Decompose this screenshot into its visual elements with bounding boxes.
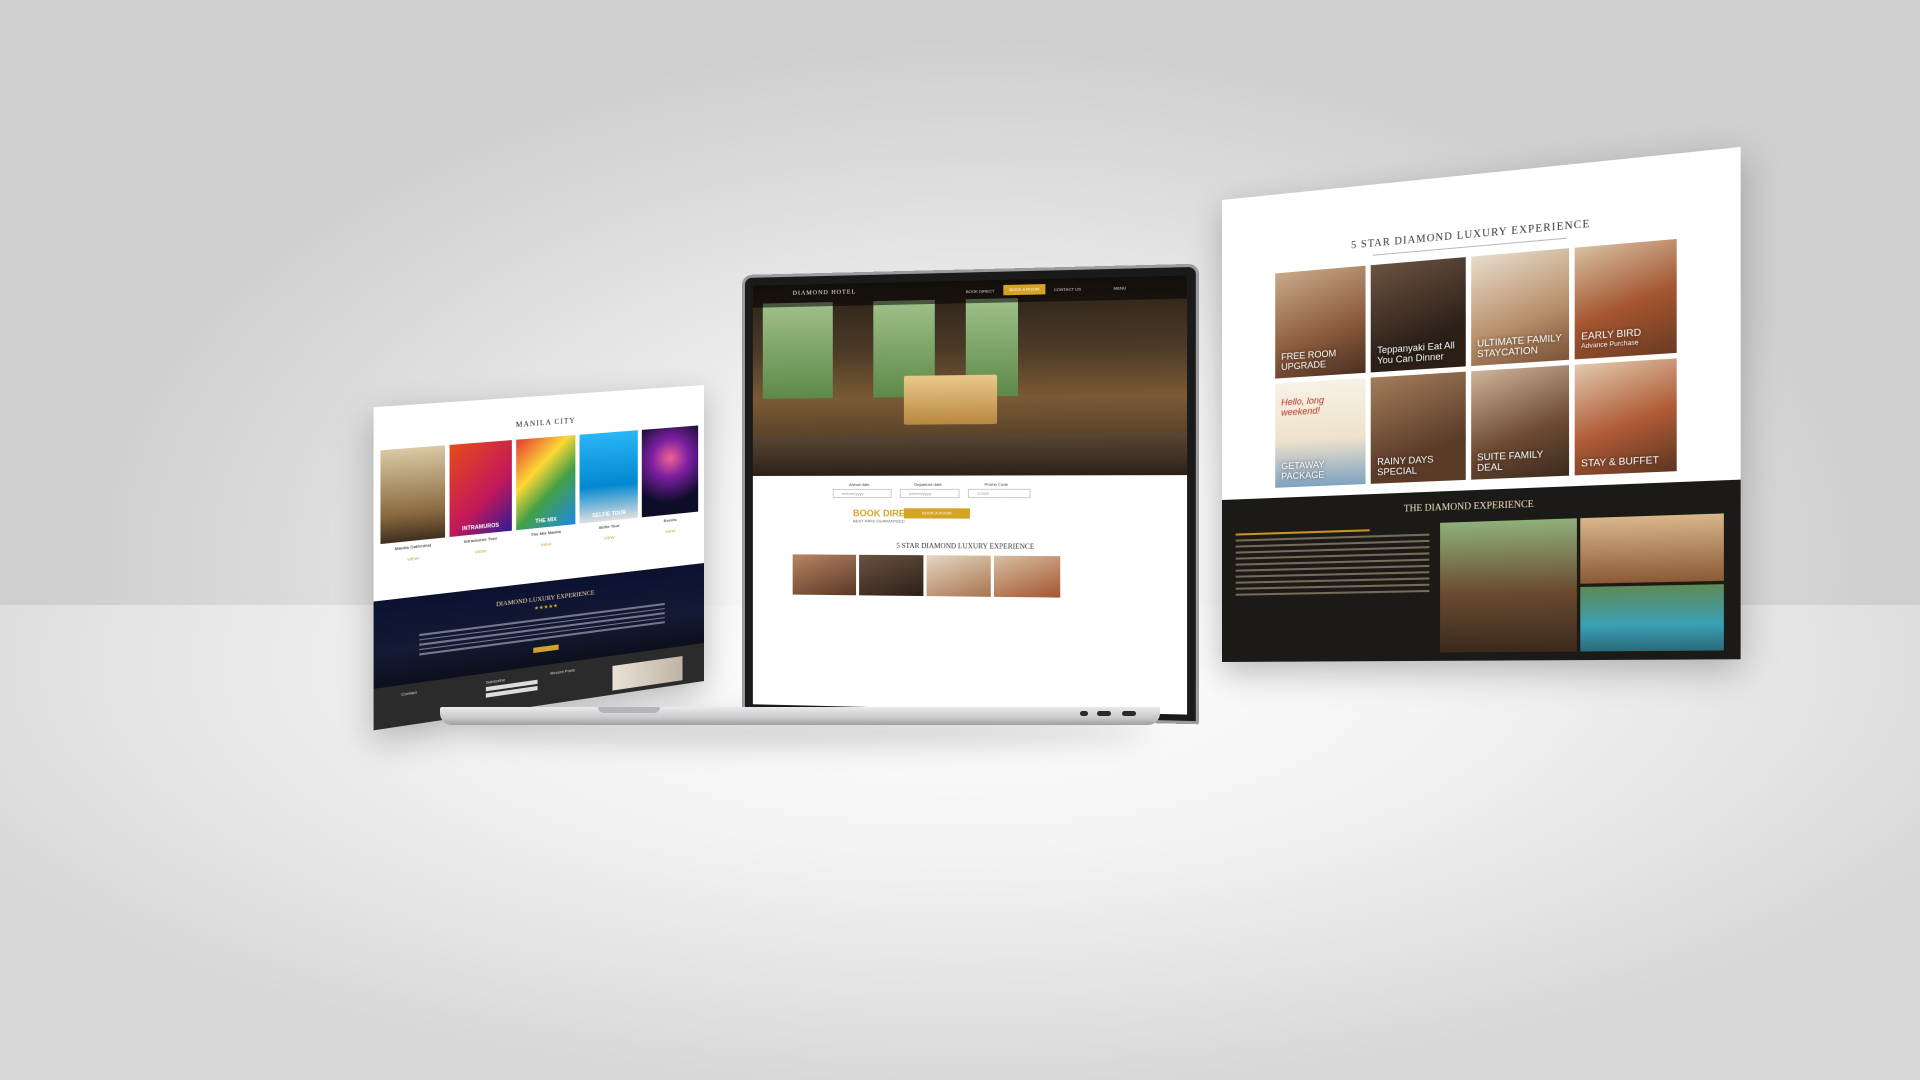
package-card[interactable]: ULTIMATE FAMILY STAYCATION bbox=[1470, 248, 1569, 366]
footer-contact: Contact bbox=[401, 689, 417, 697]
tile-caption: Events VIEW bbox=[663, 516, 677, 535]
footer-subscribe: Subscribe bbox=[485, 672, 538, 699]
experience-text bbox=[1235, 523, 1430, 600]
package-card[interactable]: RAINY DAYS SPECIAL bbox=[1370, 371, 1466, 484]
menu-button[interactable]: MENU bbox=[1114, 285, 1127, 290]
left-webpage-mockup: MANILA CITY INTRAMUROS THE MIX SELFIE TO… bbox=[373, 385, 704, 731]
laptop-notch bbox=[598, 707, 660, 713]
hotel-logo[interactable]: DIAMOND HOTEL bbox=[793, 289, 857, 296]
departure-date-input[interactable]: dd/mm/yyyy bbox=[899, 488, 960, 499]
section-title: 5 STAR DIAMOND LUXURY EXPERIENCE bbox=[896, 541, 1035, 551]
port bbox=[1080, 711, 1088, 716]
port bbox=[1097, 711, 1111, 716]
promo-code-input[interactable]: CODE bbox=[967, 488, 1031, 499]
book-room-button[interactable]: BOOK A ROOM bbox=[1003, 284, 1046, 296]
package-card[interactable]: STAY & BUFFET bbox=[1574, 357, 1677, 476]
footer-recent-posts: Recent Posts bbox=[550, 667, 576, 676]
port bbox=[1122, 711, 1136, 716]
promo-label: Promo Code bbox=[984, 481, 1009, 487]
package-card[interactable]: Teppanyaki Eat All You Can Dinner bbox=[1370, 257, 1466, 372]
tile-fireworks[interactable] bbox=[642, 425, 699, 518]
tile-caption: The Mix Manila VIEW bbox=[530, 528, 561, 548]
tile-the-mix[interactable]: THE MIX bbox=[515, 435, 576, 531]
tile-cathedral[interactable] bbox=[380, 445, 445, 545]
nav-contact[interactable]: CONTACT US bbox=[1054, 286, 1081, 292]
book-now-button[interactable]: BOOK A ROOM bbox=[903, 508, 970, 519]
arrival-label: Arrival date bbox=[848, 481, 870, 487]
package-card[interactable]: Hello, long weekend! GETAWAY PACKAGE bbox=[1275, 377, 1366, 488]
package-card[interactable]: EARLY BIRD Advance Purchase bbox=[1574, 238, 1677, 359]
tile-caption: Intramuros Tour VIEW bbox=[463, 535, 498, 555]
banner-button[interactable] bbox=[533, 644, 559, 654]
tile-caption: Selfie Tour VIEW bbox=[598, 522, 620, 541]
laptop: DIAMOND HOTEL BOOK DIRECT BOOK A ROOM CO… bbox=[742, 263, 1200, 725]
laptop-screen: DIAMOND HOTEL BOOK DIRECT BOOK A ROOM CO… bbox=[752, 275, 1188, 715]
experience-section: THE DIAMOND EXPERIENCE bbox=[1222, 479, 1741, 662]
staff-photo bbox=[612, 656, 683, 691]
tile-selfie-tour[interactable]: SELFIE TOUR bbox=[579, 430, 638, 524]
package-thumbnails bbox=[792, 554, 1061, 598]
tile-caption: Manila Cathedral VIEW bbox=[394, 542, 431, 562]
nav-book-direct[interactable]: BOOK DIRECT bbox=[966, 288, 995, 294]
package-card[interactable]: FREE ROOM UPGRADE bbox=[1275, 265, 1366, 379]
arrival-date-input[interactable]: dd/mm/yyyy bbox=[832, 488, 892, 499]
package-grid: FREE ROOM UPGRADE Teppanyaki Eat All You… bbox=[1275, 238, 1677, 488]
departure-label: Departure date bbox=[914, 481, 942, 487]
experience-photos bbox=[1440, 513, 1724, 653]
tile-intramuros[interactable]: INTRAMUROS bbox=[449, 440, 512, 538]
right-webpage-mockup: 5 STAR DIAMOND LUXURY EXPERIENCE FREE RO… bbox=[1222, 146, 1741, 662]
package-card[interactable]: SUITE FAMILY DEAL bbox=[1470, 364, 1569, 480]
laptop-base bbox=[440, 707, 1160, 725]
